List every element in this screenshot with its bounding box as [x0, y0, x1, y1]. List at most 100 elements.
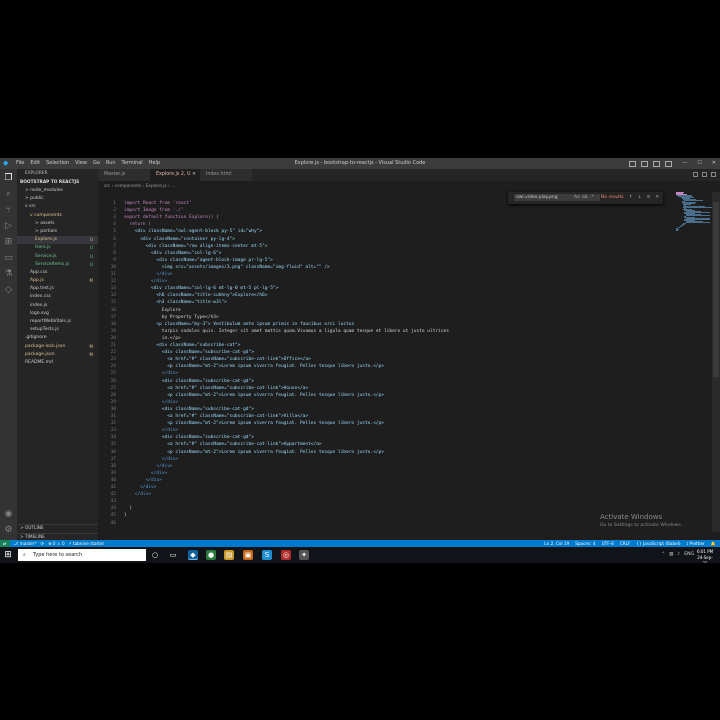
tabnine-indicator[interactable]: ⚡ tabnine starter: [69, 540, 105, 547]
editor-actions: [693, 172, 716, 177]
code-line: <div className="subscribe-cat-gd">: [161, 350, 254, 356]
match-case-toggle[interactable]: Aa: [574, 194, 580, 201]
toggle-panel-icon[interactable]: [641, 161, 648, 167]
status-item[interactable]: 🔔: [711, 540, 716, 547]
find-in-selection-button[interactable]: ≡: [647, 194, 651, 201]
file-tree-item[interactable]: App.test.js: [17, 285, 98, 293]
file-tree-item[interactable]: > node_modules: [17, 187, 98, 195]
file-tree-item[interactable]: > partials: [17, 228, 98, 236]
next-match-button[interactable]: ↓: [638, 194, 642, 201]
line-number: 18: [110, 321, 116, 327]
tab-index-html[interactable]: index.html: [200, 169, 252, 181]
file-explorer-icon[interactable]: ▤: [224, 550, 234, 560]
scrollbar-thumb[interactable]: [713, 202, 719, 377]
file-tree-item[interactable]: Explore.js U: [17, 236, 98, 245]
accounts-icon[interactable]: ◉: [3, 509, 14, 520]
file-tree-item[interactable]: index.js: [17, 302, 98, 310]
file-tree-item[interactable]: App.css: [17, 269, 98, 277]
whole-word-toggle[interactable]: ab: [582, 194, 588, 201]
code-line: <div className="col-lg-6 mt-lg-0 mt-5 pl…: [151, 286, 279, 292]
file-tree-label: > public: [25, 196, 44, 202]
close-find-button[interactable]: ✕: [655, 194, 659, 201]
language-indicator[interactable]: ENG: [684, 549, 694, 561]
close-tab-icon[interactable]: ✕: [192, 169, 196, 181]
problems-indicator[interactable]: ⊗ 0 ⚠ 0: [48, 540, 65, 547]
vscode-taskbar-icon[interactable]: ◆: [188, 550, 198, 560]
tab-master-js[interactable]: Master.js: [98, 169, 150, 181]
file-tree-item[interactable]: index.css: [17, 293, 98, 301]
open-changes-icon[interactable]: [693, 172, 698, 177]
toggle-sidebar-icon[interactable]: [629, 161, 636, 167]
cortana-icon[interactable]: ○: [150, 550, 160, 560]
activity-bar: ❐ ⌕ ⑂ ▷ ⊞ ▭ ⚗ ◇ ◉ ⚙: [0, 169, 17, 545]
task-view-icon[interactable]: ▭: [168, 550, 178, 560]
taskbar-search[interactable]: ⌕ Type here to search: [18, 549, 146, 561]
file-tree-item[interactable]: Service.js U: [17, 253, 98, 261]
layout-controls[interactable]: [629, 158, 672, 167]
run-debug-icon[interactable]: ▷: [3, 221, 14, 232]
chrome-taskbar-icon[interactable]: ●: [206, 550, 216, 560]
minimize-button[interactable]: —: [682, 158, 687, 169]
remote-explorer-icon[interactable]: ▭: [3, 253, 14, 264]
tab-explore-js[interactable]: Explore.js 2, U ✕: [150, 169, 200, 181]
split-editor-icon[interactable]: [702, 172, 707, 177]
code-line: <img src="assets/images/3.png" className…: [161, 264, 330, 270]
network-icon[interactable]: ▥: [669, 549, 673, 561]
status-item[interactable]: Spaces: 4: [575, 540, 595, 547]
status-item[interactable]: ⟟ Prettier: [686, 540, 704, 547]
file-tree-item[interactable]: package.json M: [17, 351, 98, 359]
sync-icon[interactable]: ⟳: [41, 540, 45, 547]
volume-icon[interactable]: ♪: [677, 549, 680, 561]
search-icon[interactable]: ⌕: [3, 189, 14, 200]
code-editor[interactable]: 1 import React from 'react' 2 import Image …: [98, 200, 678, 535]
tool-taskbar-icon[interactable]: ✦: [299, 550, 309, 560]
file-tree-label: reportWebVitals.js: [30, 319, 71, 324]
file-tree-item[interactable]: > assets: [17, 220, 98, 228]
file-tree-item[interactable]: v components: [17, 212, 98, 220]
status-item[interactable]: {} JavaScript (Babel): [636, 540, 680, 547]
line-number: 45: [110, 513, 116, 519]
vertical-scrollbar[interactable]: [712, 192, 720, 532]
regex-toggle[interactable]: .*: [590, 194, 594, 201]
outline-section[interactable]: > OUTLINE: [17, 524, 98, 532]
customize-layout-icon[interactable]: [665, 161, 672, 167]
extensions-icon[interactable]: ⊞: [3, 237, 14, 248]
explorer-icon[interactable]: ❐: [3, 173, 14, 184]
toggle-secondary-sidebar-icon[interactable]: [653, 161, 660, 167]
file-tree-item[interactable]: setupTests.js: [17, 326, 98, 334]
source-control-icon[interactable]: ⑂: [3, 205, 14, 216]
windows-start-icon[interactable]: ⊞: [3, 550, 13, 560]
file-tree-item[interactable]: reportWebVitals.js: [17, 318, 98, 326]
file-tree-item[interactable]: App.js M: [17, 277, 98, 285]
maximize-button[interactable]: ☐: [697, 158, 701, 169]
file-tree-item[interactable]: Hero.js U: [17, 244, 98, 252]
status-item[interactable]: UTF-8: [602, 540, 614, 547]
close-button[interactable]: ✕: [712, 158, 716, 169]
file-tree-item[interactable]: v src: [17, 203, 98, 211]
previous-match-button[interactable]: ↑: [629, 194, 633, 201]
minimap[interactable]: [676, 192, 713, 232]
branch-indicator[interactable]: ⎇ master*: [14, 540, 37, 547]
breadcrumb[interactable]: src › components › Explore.js › ...: [104, 182, 175, 191]
skype-taskbar-icon[interactable]: S: [262, 550, 272, 560]
manage-gear-icon[interactable]: ⚙: [3, 525, 14, 536]
taskbar-clock[interactable]: 6:01 PM 24-Sep-22: [695, 549, 715, 563]
file-tree-item[interactable]: package-lock.json M: [17, 343, 98, 351]
status-item[interactable]: CRLF: [620, 540, 631, 547]
line-number: 5: [113, 229, 116, 235]
project-folder[interactable]: BOOTSTRAP TO REACTJS: [17, 179, 98, 187]
app-taskbar-icon[interactable]: ▣: [243, 550, 253, 560]
file-tree-item[interactable]: > public: [17, 195, 98, 203]
file-tree-item[interactable]: ServiceItems.js U: [17, 261, 98, 269]
file-tree-item[interactable]: logo.svg: [17, 310, 98, 318]
testing-icon[interactable]: ⚗: [3, 269, 14, 280]
remote-indicator-icon[interactable]: ⇄: [0, 540, 10, 547]
more-actions-icon[interactable]: [711, 172, 716, 177]
file-tree-item[interactable]: .gitignore: [17, 334, 98, 342]
recorder-taskbar-icon[interactable]: ◎: [281, 550, 291, 560]
docker-icon[interactable]: ◇: [3, 285, 14, 296]
file-tree-item[interactable]: README.md: [17, 359, 98, 367]
status-item[interactable]: Ln 2, Col 19: [544, 540, 569, 547]
tray-overflow-icon[interactable]: ⌃: [661, 549, 665, 561]
line-number: 41: [110, 485, 116, 490]
